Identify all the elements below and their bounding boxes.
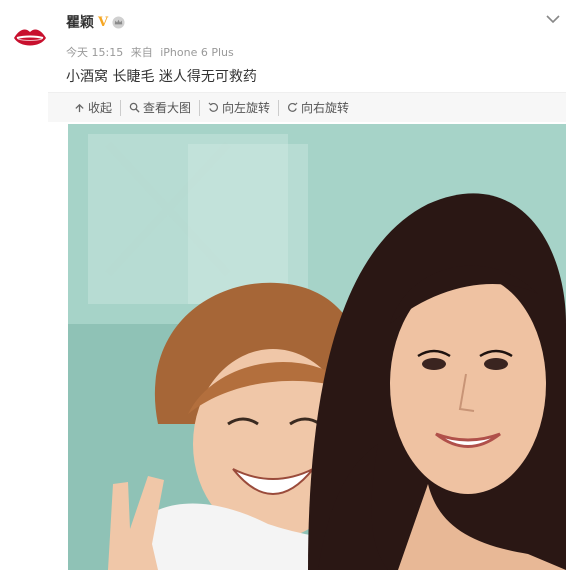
view-large-button[interactable]: 查看大图: [121, 99, 201, 116]
post-text: 小酒窝 长睫毛 迷人得无可救药: [66, 69, 257, 85]
post-meta: 今天 15:15 来自 iPhone 6 Plus: [66, 44, 238, 60]
arrow-up-icon: [75, 103, 84, 113]
view-large-label: 查看大图: [143, 101, 192, 115]
chevron-down-icon[interactable]: [546, 14, 560, 24]
source-prefix: 来自: [130, 46, 153, 59]
username-row: 瞿颖 V: [66, 12, 125, 32]
magnifier-icon: [129, 102, 140, 113]
rotate-right-icon: [288, 102, 298, 112]
post-photo[interactable]: [68, 124, 566, 570]
collapse-button[interactable]: 收起: [66, 99, 122, 116]
rotate-right-label: 向右旋转: [301, 101, 350, 115]
source-device[interactable]: iPhone 6 Plus: [160, 46, 234, 59]
username[interactable]: 瞿颖: [66, 12, 94, 32]
image-toolbar: 收起 查看大图 向左旋转 向右旋转: [48, 92, 566, 122]
verified-badge-icon: V: [98, 14, 109, 30]
post-time[interactable]: 今天 15:15: [66, 46, 123, 59]
rotate-left-button[interactable]: 向左旋转: [200, 99, 280, 116]
crown-icon: [112, 15, 125, 29]
collapse-label: 收起: [88, 101, 113, 115]
rotate-left-icon: [208, 102, 219, 112]
rotate-right-button[interactable]: 向右旋转: [279, 100, 357, 116]
avatar[interactable]: [12, 20, 48, 56]
rotate-left-label: 向左旋转: [222, 101, 271, 115]
